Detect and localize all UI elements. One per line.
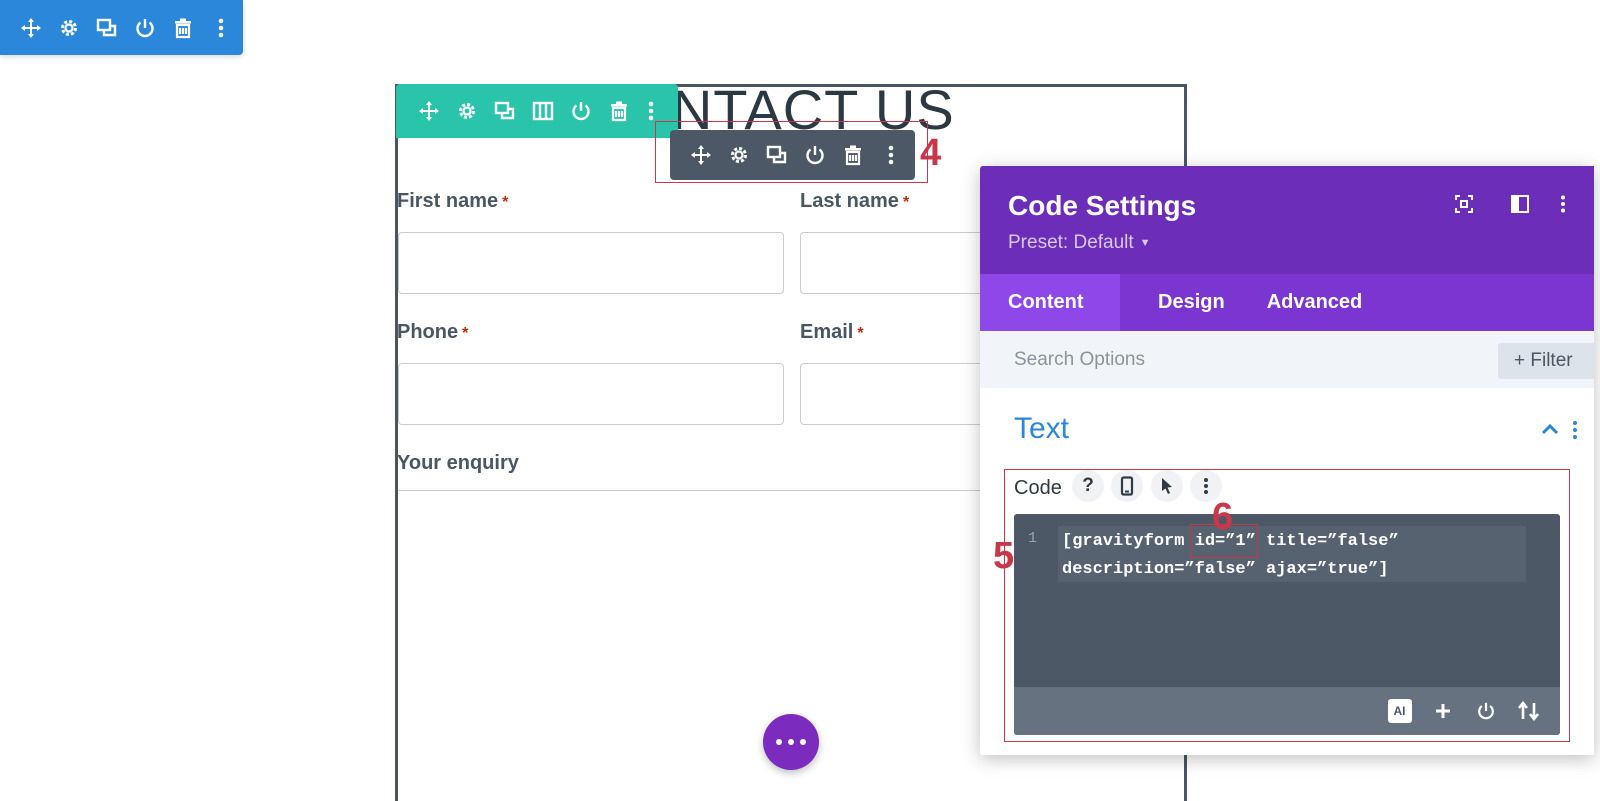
move-icon[interactable] bbox=[410, 84, 448, 138]
more-vertical-icon[interactable] bbox=[872, 130, 910, 180]
enquiry-label: Your enquiry bbox=[397, 452, 519, 474]
last-name-label-text: Last name bbox=[800, 190, 899, 212]
dot bbox=[788, 739, 794, 745]
columns-icon[interactable] bbox=[524, 84, 562, 138]
tab-content[interactable]: Content bbox=[980, 274, 1120, 331]
search-options-input[interactable]: Search Options bbox=[1014, 331, 1145, 388]
last-name-label: Last name * bbox=[800, 190, 909, 213]
duplicate-icon[interactable] bbox=[88, 0, 126, 55]
email-label-text: Email bbox=[800, 321, 854, 343]
power-icon[interactable] bbox=[126, 0, 164, 55]
email-label: Email * bbox=[800, 321, 864, 344]
builder-menu-button[interactable] bbox=[763, 714, 819, 770]
split-view-icon[interactable] bbox=[1492, 190, 1548, 218]
required-mark: * bbox=[502, 194, 509, 211]
more-vertical-icon[interactable] bbox=[1570, 420, 1580, 440]
duplicate-icon[interactable] bbox=[758, 130, 796, 180]
enquiry-textarea[interactable] bbox=[398, 490, 1038, 491]
tab-advanced[interactable]: Advanced bbox=[1253, 274, 1391, 331]
move-icon[interactable] bbox=[12, 0, 50, 55]
filter-button[interactable]: + Filter bbox=[1498, 343, 1594, 379]
phone-label: Phone * bbox=[397, 321, 468, 344]
row-toolbar bbox=[396, 84, 678, 138]
duplicate-icon[interactable] bbox=[486, 84, 524, 138]
dot bbox=[776, 739, 782, 745]
fullscreen-icon[interactable] bbox=[1436, 190, 1492, 218]
gear-icon[interactable] bbox=[50, 0, 88, 55]
required-mark: * bbox=[857, 325, 864, 342]
section-toolbar bbox=[0, 0, 243, 55]
preset-label: Preset: Default bbox=[1008, 232, 1134, 253]
phone-input[interactable] bbox=[398, 363, 784, 425]
first-name-label-text: First name bbox=[397, 190, 499, 212]
text-section-title[interactable]: Text bbox=[1014, 412, 1069, 446]
more-vertical-icon[interactable] bbox=[1548, 190, 1578, 218]
trash-icon[interactable] bbox=[600, 84, 638, 138]
required-mark: * bbox=[462, 325, 469, 342]
gear-icon[interactable] bbox=[720, 130, 758, 180]
panel-header: Code Settings Preset: Default ▼ bbox=[980, 166, 1594, 274]
first-name-input[interactable] bbox=[398, 232, 784, 294]
required-mark: * bbox=[902, 194, 910, 211]
move-icon[interactable] bbox=[682, 130, 720, 180]
search-options-bar: Search Options + Filter bbox=[980, 331, 1594, 388]
trash-icon[interactable] bbox=[164, 0, 202, 55]
annotation-box-5 bbox=[1004, 469, 1570, 742]
preset-selector[interactable]: Preset: Default ▼ bbox=[1008, 232, 1151, 254]
gear-icon[interactable] bbox=[448, 84, 486, 138]
power-icon[interactable] bbox=[562, 84, 600, 138]
annotation-number-4: 4 bbox=[920, 132, 942, 174]
first-name-label: First name * bbox=[397, 190, 508, 213]
chevron-up-icon[interactable] bbox=[1540, 422, 1560, 436]
caret-down-icon: ▼ bbox=[1139, 236, 1151, 249]
trash-icon[interactable] bbox=[834, 130, 872, 180]
more-vertical-icon[interactable] bbox=[202, 0, 240, 55]
panel-header-actions bbox=[1436, 190, 1578, 218]
power-icon[interactable] bbox=[796, 130, 834, 180]
panel-tabs: Content Design Advanced bbox=[980, 274, 1594, 331]
phone-label-text: Phone bbox=[397, 321, 459, 343]
module-toolbar bbox=[670, 130, 915, 180]
annotation-number-5: 5 bbox=[993, 535, 1015, 577]
tab-design[interactable]: Design bbox=[1120, 274, 1253, 331]
annotation-number-6: 6 bbox=[1212, 496, 1234, 538]
panel-title: Code Settings bbox=[1008, 190, 1197, 221]
dot bbox=[800, 739, 806, 745]
